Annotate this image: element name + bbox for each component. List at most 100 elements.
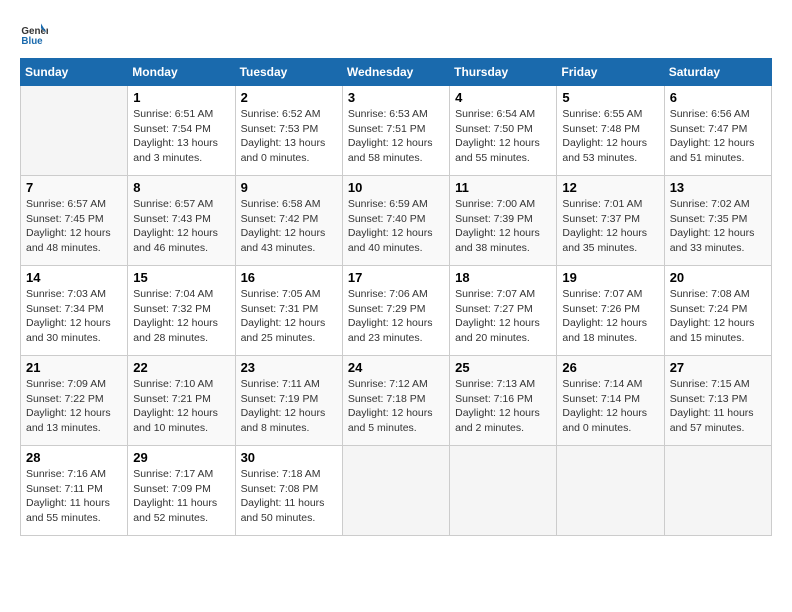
sunset-text: Sunset: 7:31 PM	[241, 302, 337, 317]
calendar-cell	[664, 446, 771, 536]
sunrise-text: Sunrise: 7:09 AM	[26, 377, 122, 392]
calendar-cell: 13Sunrise: 7:02 AMSunset: 7:35 PMDayligh…	[664, 176, 771, 266]
day-info: Sunrise: 7:11 AMSunset: 7:19 PMDaylight:…	[241, 377, 337, 436]
day-info: Sunrise: 6:57 AMSunset: 7:43 PMDaylight:…	[133, 197, 229, 256]
sunrise-text: Sunrise: 6:53 AM	[348, 107, 444, 122]
sunset-text: Sunset: 7:43 PM	[133, 212, 229, 227]
day-number: 5	[562, 90, 658, 105]
sunrise-text: Sunrise: 7:14 AM	[562, 377, 658, 392]
day-info: Sunrise: 7:05 AMSunset: 7:31 PMDaylight:…	[241, 287, 337, 346]
day-info: Sunrise: 6:53 AMSunset: 7:51 PMDaylight:…	[348, 107, 444, 166]
sunset-text: Sunset: 7:45 PM	[26, 212, 122, 227]
day-number: 23	[241, 360, 337, 375]
sunrise-text: Sunrise: 7:07 AM	[455, 287, 551, 302]
sunrise-text: Sunrise: 7:03 AM	[26, 287, 122, 302]
calendar-cell: 20Sunrise: 7:08 AMSunset: 7:24 PMDayligh…	[664, 266, 771, 356]
calendar-cell: 24 Sunrise: 7:12 AMSunset: 7:18 PMDayligh…	[342, 356, 449, 446]
sunset-text: Sunset: 7:21 PM	[133, 392, 229, 407]
sunset-text: Sunset: 7:14 PM	[562, 392, 658, 407]
sunset-text: Sunset: 7:29 PM	[348, 302, 444, 317]
day-number: 27	[670, 360, 766, 375]
day-info: Sunrise: 7:02 AMSunset: 7:35 PMDaylight:…	[670, 197, 766, 256]
weekday-header-wednesday: Wednesday	[342, 59, 449, 86]
calendar-cell: 18Sunrise: 7:07 AMSunset: 7:27 PMDayligh…	[450, 266, 557, 356]
day-number: 28	[26, 450, 122, 465]
day-info: Sunrise: 7:03 AMSunset: 7:34 PMDaylight:…	[26, 287, 122, 346]
calendar-cell: 8 Sunrise: 6:57 AMSunset: 7:43 PMDaylight…	[128, 176, 235, 266]
sunrise-text: Sunrise: 6:57 AM	[133, 197, 229, 212]
calendar-cell: 17Sunrise: 7:06 AMSunset: 7:29 PMDayligh…	[342, 266, 449, 356]
calendar-cell: 26 Sunrise: 7:14 AMSunset: 7:14 PMDayligh…	[557, 356, 664, 446]
day-number: 1	[133, 90, 229, 105]
daylight-text: Daylight: 12 hours and 5 minutes.	[348, 406, 444, 435]
calendar-cell: 11 Sunrise: 7:00 AMSunset: 7:39 PMDayligh…	[450, 176, 557, 266]
calendar-cell: 28 Sunrise: 7:16 AMSunset: 7:11 PMDayligh…	[21, 446, 128, 536]
sunrise-text: Sunrise: 7:12 AM	[348, 377, 444, 392]
sunset-text: Sunset: 7:16 PM	[455, 392, 551, 407]
day-number: 8	[133, 180, 229, 195]
sunset-text: Sunset: 7:19 PM	[241, 392, 337, 407]
sunrise-text: Sunrise: 6:57 AM	[26, 197, 122, 212]
calendar-body: 1 Sunrise: 6:51 AMSunset: 7:54 PM Daylight…	[21, 86, 772, 536]
calendar-week-3: 14Sunrise: 7:03 AMSunset: 7:34 PMDayligh…	[21, 266, 772, 356]
sunrise-text: Sunrise: 7:17 AM	[133, 467, 229, 482]
day-number: 14	[26, 270, 122, 285]
sunset-text: Sunset: 7:34 PM	[26, 302, 122, 317]
daylight-text: Daylight: 11 hours and 55 minutes.	[26, 496, 122, 525]
sunset-text: Sunset: 7:54 PM	[133, 122, 229, 137]
daylight-text: Daylight: 12 hours and 18 minutes.	[562, 316, 658, 345]
weekday-header-friday: Friday	[557, 59, 664, 86]
daylight-text: Daylight: 12 hours and 46 minutes.	[133, 226, 229, 255]
calendar-cell: 2Sunrise: 6:52 AMSunset: 7:53 PMDaylight…	[235, 86, 342, 176]
day-number: 24	[348, 360, 444, 375]
day-info: Sunrise: 6:52 AMSunset: 7:53 PMDaylight:…	[241, 107, 337, 166]
daylight-text: Daylight: 12 hours and 51 minutes.	[670, 136, 766, 165]
day-info: Sunrise: 7:00 AMSunset: 7:39 PMDaylight:…	[455, 197, 551, 256]
sunrise-text: Sunrise: 6:59 AM	[348, 197, 444, 212]
day-number: 12	[562, 180, 658, 195]
calendar-cell: 5 Sunrise: 6:55 AMSunset: 7:48 PMDaylight…	[557, 86, 664, 176]
sunrise-text: Sunrise: 6:52 AM	[241, 107, 337, 122]
sunset-text: Sunset: 7:37 PM	[562, 212, 658, 227]
svg-text:Blue: Blue	[21, 36, 43, 47]
weekday-header-monday: Monday	[128, 59, 235, 86]
sunset-text: Sunset: 7:50 PM	[455, 122, 551, 137]
logo: General Blue	[20, 20, 52, 48]
day-number: 20	[670, 270, 766, 285]
calendar-cell: 22Sunrise: 7:10 AMSunset: 7:21 PMDayligh…	[128, 356, 235, 446]
daylight-text: Daylight: 12 hours and 38 minutes.	[455, 226, 551, 255]
calendar-week-5: 28 Sunrise: 7:16 AMSunset: 7:11 PMDayligh…	[21, 446, 772, 536]
sunset-text: Sunset: 7:48 PM	[562, 122, 658, 137]
day-info: Sunrise: 7:12 AMSunset: 7:18 PMDaylight:…	[348, 377, 444, 436]
sunset-text: Sunset: 7:08 PM	[241, 482, 337, 497]
sunset-text: Sunset: 7:39 PM	[455, 212, 551, 227]
day-info: Sunrise: 6:56 AMSunset: 7:47 PMDaylight:…	[670, 107, 766, 166]
calendar-cell: 25Sunrise: 7:13 AMSunset: 7:16 PMDayligh…	[450, 356, 557, 446]
day-number: 22	[133, 360, 229, 375]
day-info: Sunrise: 7:13 AMSunset: 7:16 PMDaylight:…	[455, 377, 551, 436]
calendar-cell: 27Sunrise: 7:15 AMSunset: 7:13 PMDayligh…	[664, 356, 771, 446]
day-info: Sunrise: 6:59 AMSunset: 7:40 PMDaylight:…	[348, 197, 444, 256]
day-number: 21	[26, 360, 122, 375]
sunrise-text: Sunrise: 7:06 AM	[348, 287, 444, 302]
daylight-text: Daylight: 12 hours and 53 minutes.	[562, 136, 658, 165]
sunset-text: Sunset: 7:26 PM	[562, 302, 658, 317]
sunrise-text: Sunrise: 6:51 AM	[133, 107, 229, 122]
day-info: Sunrise: 7:16 AMSunset: 7:11 PMDaylight:…	[26, 467, 122, 526]
calendar-cell	[450, 446, 557, 536]
sunrise-text: Sunrise: 6:54 AM	[455, 107, 551, 122]
sunrise-text: Sunrise: 7:08 AM	[670, 287, 766, 302]
day-info: Sunrise: 7:07 AMSunset: 7:27 PMDaylight:…	[455, 287, 551, 346]
day-info: Sunrise: 7:14 AMSunset: 7:14 PMDaylight:…	[562, 377, 658, 436]
calendar-cell: 6Sunrise: 6:56 AMSunset: 7:47 PMDaylight…	[664, 86, 771, 176]
sunrise-text: Sunrise: 7:10 AM	[133, 377, 229, 392]
day-info: Sunrise: 7:18 AMSunset: 7:08 PMDaylight:…	[241, 467, 337, 526]
sunset-text: Sunset: 7:42 PM	[241, 212, 337, 227]
sunrise-text: Sunrise: 6:55 AM	[562, 107, 658, 122]
daylight-text: Daylight: 12 hours and 13 minutes.	[26, 406, 122, 435]
calendar-cell: 23 Sunrise: 7:11 AMSunset: 7:19 PMDayligh…	[235, 356, 342, 446]
day-number: 26	[562, 360, 658, 375]
daylight-text: Daylight: 13 hours and 0 minutes.	[241, 136, 337, 165]
daylight-text: Daylight: 12 hours and 40 minutes.	[348, 226, 444, 255]
day-number: 11	[455, 180, 551, 195]
